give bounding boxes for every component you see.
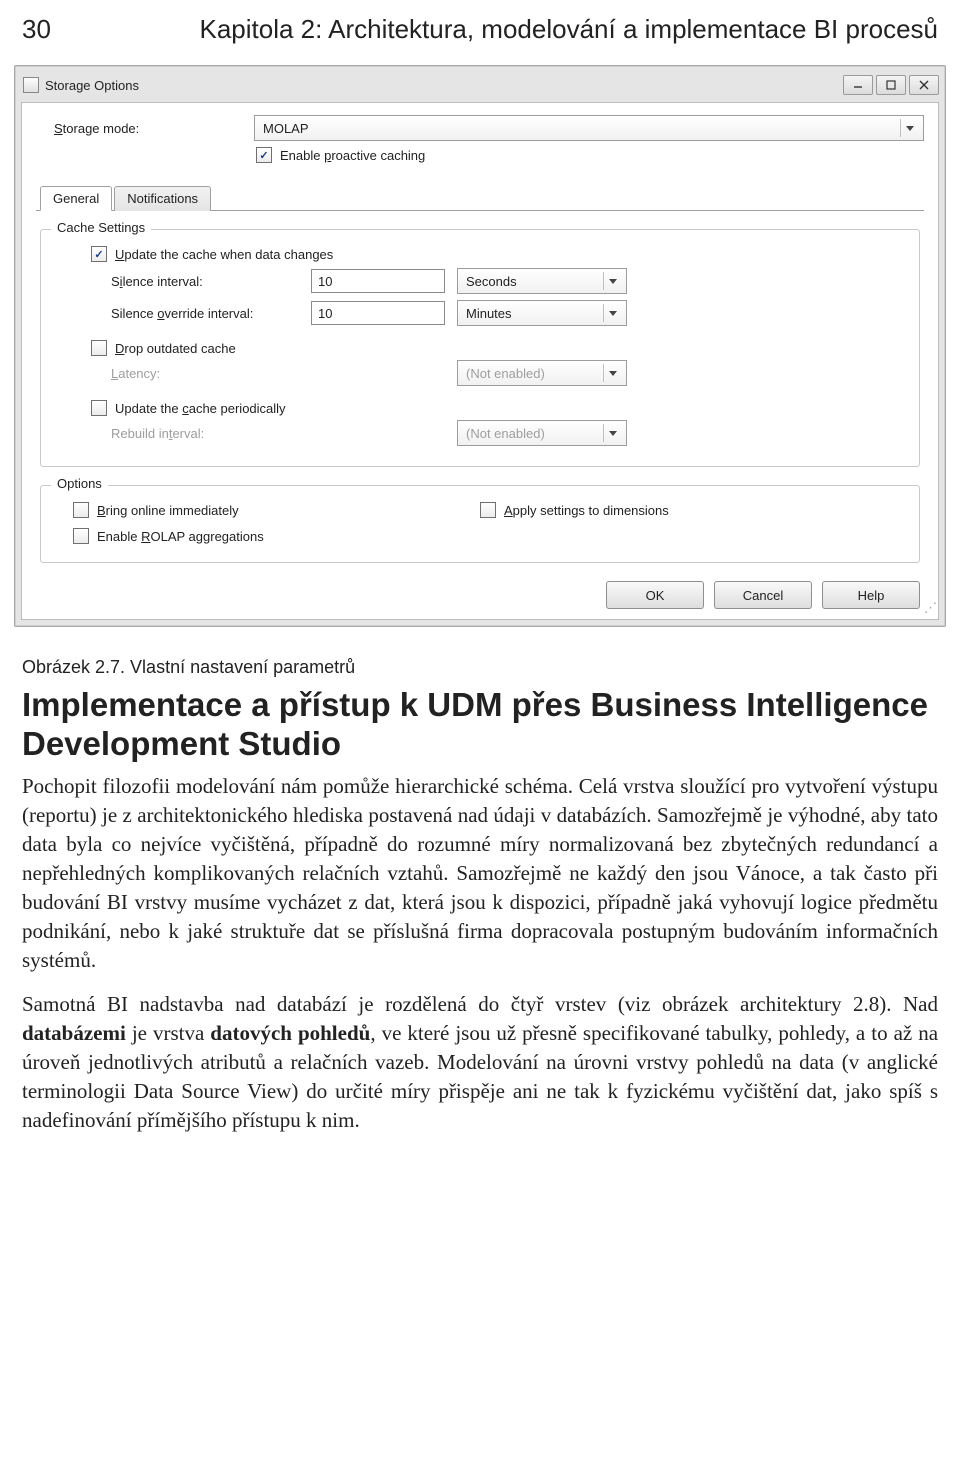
silence-override-unit: Minutes: [466, 306, 512, 321]
silence-override-label: Silence override interval:: [55, 306, 311, 321]
update-periodically-label: Update the cache periodically: [115, 401, 286, 416]
chevron-down-icon: [603, 364, 622, 382]
maximize-button[interactable]: [876, 75, 906, 95]
latency-label: Latency:: [55, 366, 311, 381]
silence-interval-unit: Seconds: [466, 274, 517, 289]
options-title: Options: [51, 476, 108, 491]
proactive-caching-label: Enable proactive caching: [280, 148, 425, 163]
rebuild-interval-value: (Not enabled): [466, 426, 545, 441]
chevron-down-icon: [900, 119, 919, 137]
section-heading: Implementace a přístup k UDM přes Busine…: [22, 686, 938, 764]
window-title: Storage Options: [45, 78, 843, 93]
chapter-title: Kapitola 2: Architektura, modelování a i…: [199, 14, 938, 45]
minimize-button[interactable]: [843, 75, 873, 95]
storage-mode-value: MOLAP: [263, 121, 309, 136]
close-button[interactable]: [909, 75, 939, 95]
tab-notifications[interactable]: Notifications: [114, 186, 211, 211]
chevron-down-icon: [603, 424, 622, 442]
window-icon: [23, 77, 39, 93]
paragraph-1: Pochopit filozofii modelování nám pomůže…: [22, 772, 938, 975]
proactive-caching-checkbox[interactable]: ✓: [256, 147, 272, 163]
titlebar[interactable]: Storage Options: [21, 72, 939, 98]
storage-mode-label: Storage mode:: [36, 121, 254, 136]
drop-outdated-label: Drop outdated cache: [115, 341, 236, 356]
bring-online-label: Bring online immediately: [97, 503, 239, 518]
chevron-down-icon: [603, 304, 622, 322]
cache-settings-title: Cache Settings: [51, 220, 151, 235]
apply-dimensions-label: Apply settings to dimensions: [504, 503, 669, 518]
page-number: 30: [22, 14, 51, 45]
rebuild-interval-select: (Not enabled): [457, 420, 627, 446]
paragraph-2: Samotná BI nadstavba nad databází je roz…: [22, 990, 938, 1135]
enable-rolap-label: Enable ROLAP aggregations: [97, 529, 264, 544]
resize-grip-icon[interactable]: ⋰: [924, 600, 935, 616]
latency-select: (Not enabled): [457, 360, 627, 386]
tab-general[interactable]: General: [40, 186, 112, 211]
silence-override-unit-select[interactable]: Minutes: [457, 300, 627, 326]
update-periodically-checkbox[interactable]: [91, 400, 107, 416]
drop-outdated-checkbox[interactable]: [91, 340, 107, 356]
cache-settings-group: Cache Settings ✓ Update the cache when d…: [40, 229, 920, 467]
chevron-down-icon: [603, 272, 622, 290]
silence-interval-unit-select[interactable]: Seconds: [457, 268, 627, 294]
update-cache-checkbox[interactable]: ✓: [91, 246, 107, 262]
options-group: Options Bring online immediately Enable …: [40, 485, 920, 563]
silence-override-value: 10: [318, 306, 332, 321]
silence-interval-value: 10: [318, 274, 332, 289]
ok-button[interactable]: OK: [606, 581, 704, 609]
rebuild-interval-label: Rebuild interval:: [55, 426, 311, 441]
silence-override-input[interactable]: 10: [311, 301, 445, 325]
update-cache-label: Update the cache when data changes: [115, 247, 333, 262]
figure-caption: Obrázek 2.7. Vlastní nastavení parametrů: [22, 655, 938, 680]
silence-interval-input[interactable]: 10: [311, 269, 445, 293]
silence-interval-label: Silence interval:: [55, 274, 311, 289]
cancel-button[interactable]: Cancel: [714, 581, 812, 609]
enable-rolap-checkbox[interactable]: [73, 528, 89, 544]
help-button[interactable]: Help: [822, 581, 920, 609]
storage-mode-select[interactable]: MOLAP: [254, 115, 924, 141]
apply-dimensions-checkbox[interactable]: [480, 502, 496, 518]
latency-value: (Not enabled): [466, 366, 545, 381]
bring-online-checkbox[interactable]: [73, 502, 89, 518]
tab-strip: General Notifications: [36, 185, 924, 211]
storage-options-dialog: Storage Options Storage mode: MOLAP ✓ En…: [14, 65, 946, 627]
